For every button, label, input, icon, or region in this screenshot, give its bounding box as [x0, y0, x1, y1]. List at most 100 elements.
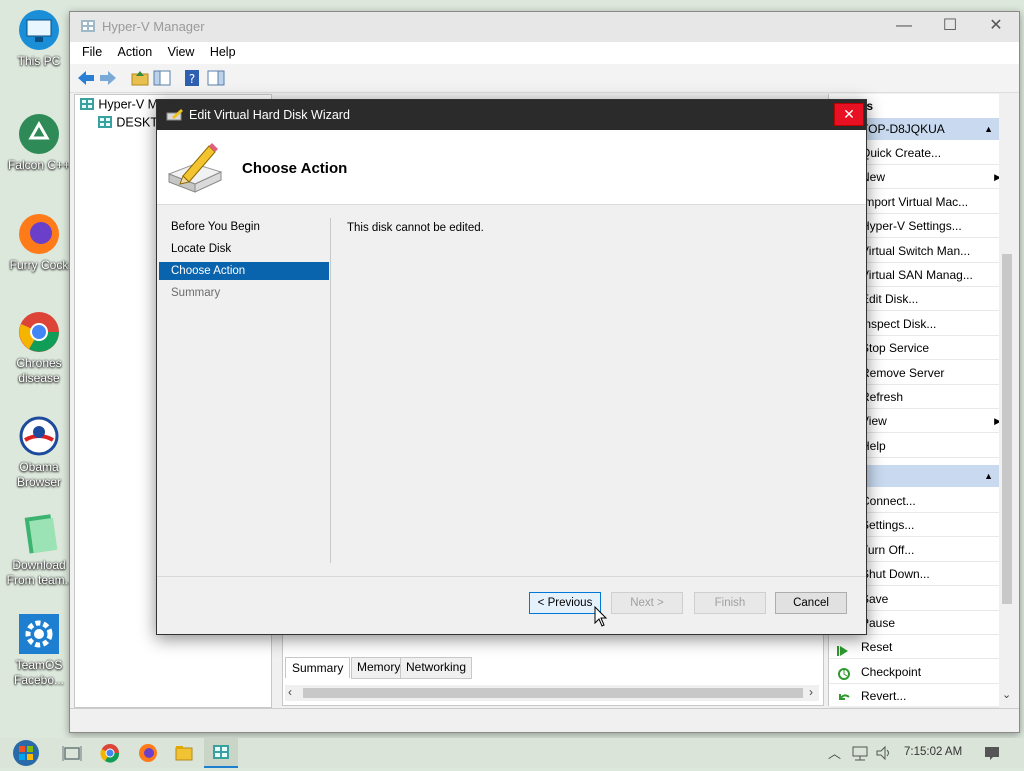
dialog-title: Edit Virtual Hard Disk Wizard — [189, 108, 350, 122]
tab-summary[interactable]: Summary — [285, 657, 351, 678]
collapse-triangle-icon[interactable]: ▲ — [984, 465, 993, 487]
collapse-triangle-icon[interactable]: ▲ — [984, 118, 993, 140]
scroll-left-icon[interactable]: ‹ — [288, 685, 292, 699]
show-hide-tree-icon[interactable] — [152, 68, 172, 88]
start-button-icon[interactable] — [8, 738, 44, 771]
desktop-icon-label: Furry Cock — [9, 258, 69, 272]
maximize-button[interactable]: ☐ — [927, 12, 973, 42]
hyperv-taskbar-button[interactable] — [204, 738, 238, 768]
desktop-icon-label: Download — [12, 558, 66, 572]
server-node-icon — [97, 115, 113, 132]
tab-memory[interactable]: Memory — [351, 657, 407, 679]
menu-action[interactable]: Action — [112, 42, 159, 59]
browser-logo-icon — [17, 414, 61, 458]
cancel-button[interactable]: Cancel — [775, 592, 847, 614]
up-folder-icon[interactable] — [130, 68, 150, 88]
scrollbar-thumb[interactable] — [1002, 254, 1012, 604]
nav-divider — [330, 218, 331, 563]
chrome-icon — [17, 310, 61, 354]
help-icon[interactable]: ? — [182, 68, 202, 88]
revert-icon — [837, 689, 851, 703]
dialog-close-button[interactable]: ✕ — [834, 103, 864, 126]
action-label: Turn Off... — [861, 542, 915, 557]
wizard-step-3[interactable]: Summary — [159, 284, 329, 302]
action-label: Import Virtual Mac... — [861, 194, 969, 209]
firefox-taskbar-icon[interactable] — [138, 743, 158, 763]
desktop-icon-label: disease — [18, 371, 60, 385]
taskbar: ︿ 7:15:02 AM — [0, 738, 1024, 768]
horizontal-scrollbar[interactable]: ‹ › — [285, 685, 819, 701]
edit-vhd-wizard-dialog: Edit Virtual Hard Disk Wizard ✕ Choose A… — [156, 99, 867, 635]
show-hidden-icons-chevron-icon[interactable]: ︿ — [828, 743, 841, 762]
hyperv-taskbar-icon — [212, 743, 230, 764]
forward-arrow-icon[interactable] — [98, 68, 118, 88]
hyperv-app-icon — [80, 18, 96, 37]
vm-action-item[interactable]: Checkpoint — [829, 660, 999, 684]
desktop-icon-label: Chrones — [16, 356, 62, 370]
clock-time[interactable]: 7:15:02 AM — [904, 746, 962, 758]
scroll-down-icon[interactable]: ⌄ — [1002, 688, 1011, 701]
desktop-icon-furry[interactable]: Furry Cock — [2, 212, 76, 273]
notification-center-icon[interactable] — [982, 743, 1002, 763]
minimize-button[interactable]: — — [881, 12, 927, 42]
scrollbar-thumb[interactable] — [303, 688, 803, 698]
wizard-step-2[interactable]: Choose Action — [159, 262, 329, 280]
desktop-icon-label: Facebo... — [13, 673, 65, 687]
back-arrow-icon[interactable] — [76, 68, 96, 88]
svg-text:?: ? — [189, 72, 195, 86]
toolbar: ? — [70, 64, 1019, 93]
volume-icon[interactable] — [874, 743, 894, 763]
wizard-step-1[interactable]: Locate Disk — [159, 240, 329, 258]
action-label: Checkpoint — [861, 664, 922, 679]
wizard-step-0[interactable]: Before You Begin — [159, 218, 329, 236]
task-view-icon[interactable] — [62, 743, 82, 763]
disk-small-icon — [166, 108, 184, 125]
action-label: Connect... — [861, 494, 916, 508]
network-icon[interactable] — [850, 743, 870, 763]
previous-button[interactable]: < Previous — [529, 592, 601, 614]
tree-root-label: Hyper-V M — [98, 97, 159, 112]
desktop-icon-download[interactable]: Download From team.. — [2, 512, 76, 588]
document-icon — [17, 512, 61, 556]
tab-networking[interactable]: Networking — [400, 657, 473, 679]
action-label: Edit Disk... — [861, 292, 919, 307]
desktop-icon-this-pc[interactable]: This PC — [2, 8, 76, 69]
details-panel: Summary Memory Networking ‹ › — [282, 634, 824, 706]
action-label: Stop Service — [861, 341, 930, 356]
actions-vertical-scrollbar[interactable]: ⌄ — [999, 94, 1015, 706]
menu-bar: File Action View Help — [70, 42, 1019, 64]
menu-file[interactable]: File — [76, 42, 108, 59]
action-label: Quick Create... — [861, 146, 942, 160]
menu-view[interactable]: View — [162, 42, 201, 59]
desktop-icon-obama[interactable]: Obama Browser — [2, 414, 76, 490]
desktop-icon-teamos[interactable]: TeamOS Facebo... — [2, 612, 76, 688]
action-label: Reset — [861, 640, 893, 655]
section-label: TOP-D8JQKUA — [861, 122, 945, 136]
tree-root-item[interactable]: Hyper-V M — [79, 97, 158, 114]
vm-action-item[interactable]: Reset — [829, 635, 999, 660]
footer-divider — [157, 576, 866, 577]
title-bar[interactable]: Hyper-V Manager — ☐ ✕ — [70, 12, 1019, 42]
desktop-icon-label: Browser — [16, 475, 61, 489]
action-label: Remove Server — [861, 365, 945, 380]
mouse-pointer-icon — [594, 605, 608, 631]
disk-pencil-icon — [165, 140, 225, 199]
hyperv-node-icon — [79, 97, 95, 114]
close-window-button[interactable]: ✕ — [973, 12, 1019, 42]
menu-help[interactable]: Help — [204, 42, 242, 59]
wizard-page-heading: Choose Action — [242, 160, 348, 177]
file-explorer-icon[interactable] — [174, 743, 194, 763]
action-label: Hyper-V Settings... — [861, 219, 962, 234]
vm-action-item[interactable]: Revert... — [829, 684, 999, 709]
dialog-title-bar[interactable]: Edit Virtual Hard Disk Wizard ✕ — [157, 100, 866, 130]
action-label: Revert... — [861, 689, 907, 704]
finish-button[interactable]: Finish — [694, 592, 766, 614]
show-hide-action-pane-icon[interactable] — [206, 68, 226, 88]
desktop-icon-label: Obama — [19, 460, 59, 474]
next-button[interactable]: Next > — [611, 592, 683, 614]
scroll-right-icon[interactable]: › — [809, 685, 813, 699]
desktop-icon-falcon[interactable]: Falcon C++ — [2, 112, 76, 173]
chrome-taskbar-icon[interactable] — [100, 743, 120, 763]
gear-icon — [17, 612, 61, 656]
desktop-icon-chrones[interactable]: Chrones disease — [2, 310, 76, 386]
